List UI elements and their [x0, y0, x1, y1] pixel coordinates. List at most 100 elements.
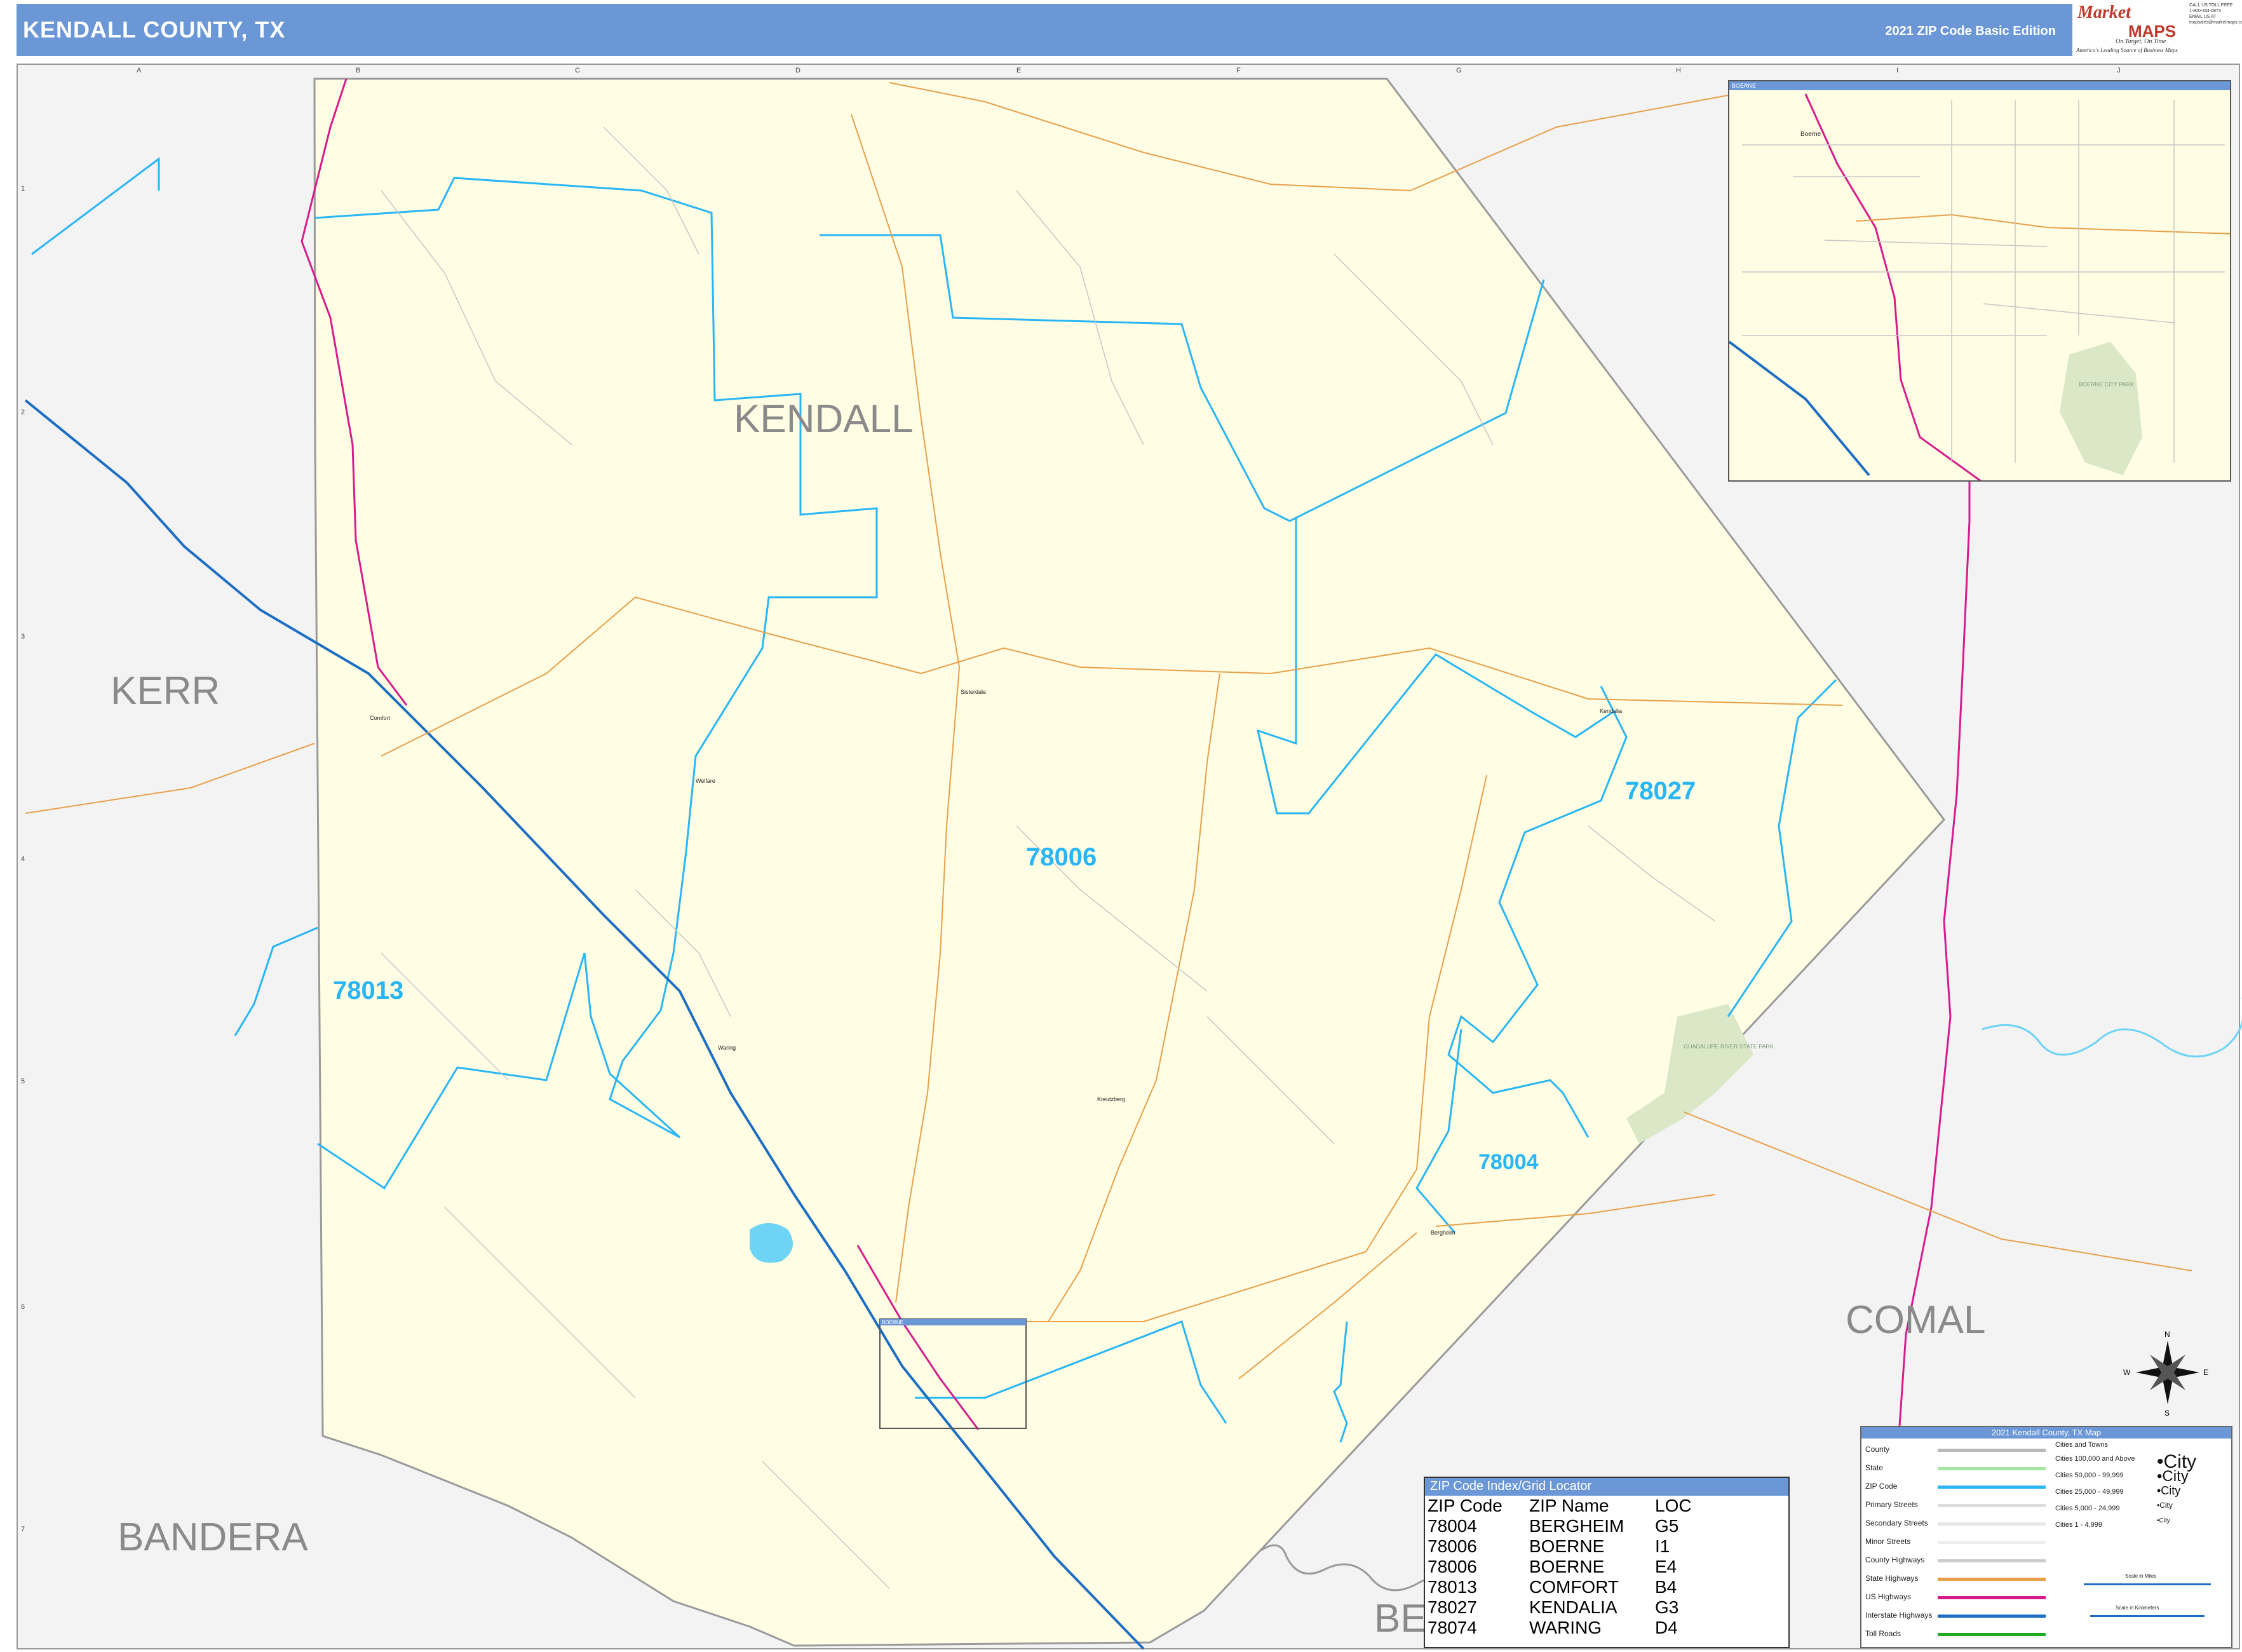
legend-city-sample: •City [2157, 1468, 2189, 1485]
table-row: 78004 BERGHEIM G5 [1426, 1516, 1692, 1536]
county-label-kendall: KENDALL [734, 397, 914, 441]
inset-locator-label: BOERNE [882, 1320, 903, 1325]
grid-row-1: 1 [21, 185, 25, 193]
grid-row-3: 3 [21, 633, 25, 640]
table-row: 78006 BOERNE E4 [1426, 1557, 1692, 1577]
kendall-county-area[interactable] [313, 78, 1945, 1647]
boerne-inset-map[interactable]: BOERNE Boerne BOERNE CITY PARK [1728, 80, 2231, 482]
legend-city-label: Cities 25,000 - 49,999 [2055, 1488, 2124, 1496]
loc-cell: G3 [1655, 1597, 1679, 1617]
name-cell: WARING [1529, 1618, 1602, 1637]
town-kreutzberg: Kreutzberg [1097, 1096, 1125, 1102]
zip-cell: 78013 [1428, 1577, 1477, 1597]
zip-index-col-loc: LOC [1655, 1496, 1692, 1515]
town-welfare: Welfare [696, 778, 715, 784]
grid-col-f: F [1236, 67, 1241, 74]
county-label-kerr: KERR [111, 669, 220, 713]
legend-item-label: Minor Streets [1865, 1537, 1911, 1546]
grid-row-labels: 1 2 3 4 5 6 7 [21, 185, 25, 1533]
compass-n: N [2164, 1330, 2170, 1339]
inset-us-highway [1804, 93, 1982, 480]
county-label-comal: COMAL [1846, 1298, 1985, 1342]
lake [750, 1223, 793, 1263]
zip-cell: 78004 [1428, 1516, 1477, 1536]
legend-item-swatch [1938, 1596, 2046, 1599]
name-cell: KENDALIA [1529, 1597, 1617, 1617]
loc-cell: D4 [1655, 1618, 1678, 1637]
legend-item-swatch [1938, 1578, 2046, 1581]
town-comfort: Comfort [370, 715, 391, 721]
zip-index-title: ZIP Code Index/Grid Locator [1425, 1478, 1788, 1496]
zip-cell: 78006 [1428, 1557, 1477, 1576]
inset-park-area [2060, 342, 2142, 475]
inset-canvas: Boerne BOERNE CITY PARK [1729, 93, 2230, 480]
compass-w: W [2123, 1368, 2131, 1377]
inset-town-boerne: Boerne [1800, 131, 1821, 138]
town-waring: Waring [718, 1045, 736, 1051]
zip-index-col-zip: ZIP Code [1428, 1496, 1503, 1515]
legend-item-swatch [1938, 1522, 2046, 1526]
name-cell: BERGHEIM [1529, 1516, 1624, 1536]
legend-item-label: Toll Roads [1865, 1629, 1901, 1638]
grid-col-b: B [356, 67, 360, 74]
legend-item-swatch [1938, 1633, 2046, 1636]
loc-cell: B4 [1655, 1577, 1677, 1597]
legend-item-swatch [1938, 1504, 2046, 1507]
county-label-bandera: BANDERA [118, 1515, 308, 1559]
inset-state-hwy [1856, 213, 2230, 234]
grid-col-c: C [575, 67, 580, 74]
compass-rose: N S E W [2123, 1330, 2208, 1418]
grid-row-5: 5 [21, 1078, 25, 1085]
zip-label-78013: 78013 [333, 977, 403, 1005]
legend-city-label: Cities 50,000 - 99,999 [2055, 1472, 2124, 1479]
legend-city-label: Cities 1 - 4,999 [2055, 1521, 2102, 1529]
loc-cell: I1 [1655, 1536, 1670, 1556]
zip-index-table: ZIP Code ZIP Name LOC 78004 BERGHEIM G5 … [1426, 1496, 1692, 1638]
legend-title: 2021 Kendall County, TX Map [1861, 1427, 2231, 1439]
legend-item-label: County [1865, 1445, 1890, 1454]
legend-item-swatch [1938, 1559, 2046, 1562]
zip-code-index: ZIP Code Index/Grid Locator ZIP Code ZIP… [1424, 1477, 1790, 1648]
table-row: 78027 KENDALIA G3 [1426, 1597, 1692, 1618]
legend-item-label: US Highways [1865, 1592, 1912, 1601]
town-kendalia: Kendalia [1600, 708, 1622, 714]
grid-row-7: 7 [21, 1526, 25, 1533]
zip-label-78027: 78027 [1625, 777, 1696, 805]
loc-cell: E4 [1655, 1557, 1677, 1576]
zip-cell: 78074 [1428, 1618, 1477, 1637]
loc-cell: G5 [1655, 1516, 1679, 1536]
town-bergheim: Bergheim [1431, 1229, 1455, 1236]
zip-cell: 78027 [1428, 1597, 1477, 1617]
scale-bar-miles [2084, 1583, 2211, 1585]
grid-col-g: G [1456, 67, 1462, 74]
guadalupe-river [1982, 998, 2242, 1058]
grid-column-labels: A B C D E F G H I J [137, 67, 2121, 74]
table-row: 78006 BOERNE I1 [1426, 1536, 1692, 1557]
legend-item-label: Primary Streets [1865, 1500, 1918, 1509]
legend-item-label: County Highways [1865, 1555, 1925, 1564]
legend-cities-heading: Cities and Towns [2055, 1441, 2108, 1449]
zip-index-col-name: ZIP Name [1529, 1496, 1609, 1515]
grid-row-6: 6 [21, 1303, 25, 1311]
scale-bar-km [2090, 1615, 2205, 1617]
state-park-label: GUADALUPE RIVER STATE PARK [1684, 1043, 1774, 1050]
table-row: 78013 COMFORT B4 [1426, 1577, 1692, 1597]
county-label-bexar: BE [1374, 1597, 1427, 1641]
zip-label-78004: 78004 [1478, 1150, 1539, 1174]
legend-item-swatch [1938, 1486, 2046, 1489]
table-row: 78074 WARING D4 [1426, 1618, 1692, 1638]
name-cell: BOERNE [1529, 1536, 1605, 1556]
map-legend: 2021 Kendall County, TX Map County State Z… [1860, 1426, 2232, 1648]
legend-scale-km: Scale in Kilometers [2116, 1605, 2159, 1611]
grid-row-4: 4 [21, 855, 25, 863]
zip-cell: 78006 [1428, 1536, 1477, 1556]
legend-city-sample: •City [2157, 1501, 2173, 1510]
legend-item-label: State [1865, 1463, 1884, 1472]
grid-col-d: D [795, 67, 800, 74]
grid-row-2: 2 [21, 409, 25, 416]
name-cell: BOERNE [1529, 1557, 1605, 1576]
grid-col-i: I [1896, 67, 1898, 74]
legend-item-swatch [1938, 1449, 2046, 1452]
name-cell: COMFORT [1529, 1577, 1619, 1597]
zip-label-78006: 78006 [1026, 843, 1097, 871]
